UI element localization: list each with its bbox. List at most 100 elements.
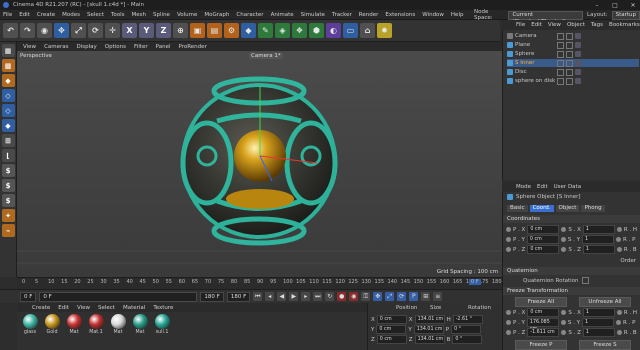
object-row[interactable]: Sphere bbox=[507, 50, 639, 58]
scale-field[interactable]: 1 bbox=[582, 308, 615, 317]
tab-coord[interactable]: Coord. bbox=[529, 205, 554, 212]
menu-modes[interactable]: Modes bbox=[62, 12, 80, 18]
freeze-section[interactable]: Freeze Transformation bbox=[503, 287, 640, 295]
keyframe-dot-icon[interactable] bbox=[560, 320, 566, 325]
menu-tools[interactable]: Tools bbox=[111, 12, 125, 18]
view-menu-display[interactable]: Display bbox=[77, 44, 97, 50]
menu-mograph[interactable]: MoGraph bbox=[204, 12, 229, 18]
menu-help[interactable]: Help bbox=[451, 12, 464, 18]
mat-menu-texture[interactable]: Texture bbox=[153, 305, 173, 311]
pen-icon[interactable]: ✎ bbox=[258, 23, 273, 38]
render-toggle[interactable] bbox=[566, 50, 573, 58]
tag-icon[interactable] bbox=[575, 78, 581, 84]
cloner-icon[interactable]: ❖ bbox=[292, 23, 307, 38]
material-item[interactable]: Mat bbox=[131, 314, 149, 348]
menu-edit[interactable]: Edit bbox=[19, 12, 30, 18]
menu-extensions[interactable]: Extensions bbox=[385, 12, 415, 18]
material-item[interactable]: Mat.1 bbox=[87, 314, 105, 348]
quaternion-section[interactable]: Quaternion bbox=[503, 267, 640, 275]
key-position-icon[interactable]: ✥ bbox=[373, 292, 383, 301]
scale-field[interactable]: 1 bbox=[582, 225, 615, 234]
obj-menu-edit[interactable]: Edit bbox=[531, 22, 542, 28]
z-axis-button[interactable]: Z bbox=[156, 23, 171, 38]
coordinates-section[interactable]: Coordinates bbox=[503, 215, 640, 223]
tab-object[interactable]: Object bbox=[555, 205, 580, 212]
mat-menu-edit[interactable]: Edit bbox=[58, 305, 69, 311]
render-settings-icon[interactable]: ⚙ bbox=[224, 23, 239, 38]
viewport-3d[interactable]: Perspective Camera 1* Grid Spacing : 100… bbox=[17, 51, 502, 277]
visibility-toggle[interactable] bbox=[557, 68, 564, 76]
freeze-all-button[interactable]: Freeze All bbox=[515, 297, 567, 307]
mat-menu-material[interactable]: Material bbox=[123, 305, 145, 311]
snap-icon[interactable]: $ bbox=[1, 164, 15, 177]
play-backward-icon[interactable]: ◀ bbox=[277, 292, 287, 301]
keyframe-dot-icon[interactable] bbox=[506, 310, 511, 315]
visibility-toggle[interactable] bbox=[557, 59, 564, 67]
coord-pos-x[interactable]: 0 cm bbox=[376, 315, 407, 324]
polygons-mode-icon[interactable]: ◆ bbox=[1, 119, 15, 132]
menu-render[interactable]: Render bbox=[359, 12, 379, 18]
menu-character[interactable]: Character bbox=[236, 12, 263, 18]
object-row[interactable]: S Inner bbox=[507, 59, 639, 67]
view-menu-view[interactable]: View bbox=[23, 44, 36, 50]
menu-animate[interactable]: Animate bbox=[271, 12, 294, 18]
visibility-toggle[interactable] bbox=[557, 41, 564, 49]
snap-settings-icon[interactable]: $ bbox=[1, 179, 15, 192]
scale-field[interactable]: 1 bbox=[582, 245, 615, 254]
render-toggle[interactable] bbox=[566, 59, 573, 67]
menu-window[interactable]: Window bbox=[422, 12, 444, 18]
keyframe-dot-icon[interactable] bbox=[616, 227, 622, 232]
quaternion-checkbox[interactable] bbox=[581, 277, 589, 284]
key-scale-icon[interactable]: ⤢ bbox=[385, 292, 395, 301]
render-view-icon[interactable]: ▣ bbox=[190, 23, 205, 38]
coord-rot-b[interactable]: 0 ° bbox=[452, 335, 483, 344]
mat-menu-create[interactable]: Create bbox=[32, 305, 50, 311]
key-rotation-icon[interactable]: ⟳ bbox=[397, 292, 407, 301]
material-item[interactable]: Gold bbox=[43, 314, 61, 348]
coord-rot-p[interactable]: 0 ° bbox=[451, 325, 482, 334]
position-field[interactable]: -1.611 cm bbox=[527, 328, 560, 337]
menu-mesh[interactable]: Mesh bbox=[132, 12, 146, 18]
render-toggle[interactable] bbox=[566, 32, 573, 40]
record-icon[interactable]: ● bbox=[337, 292, 347, 301]
recent-tools-icon[interactable]: ✛ bbox=[105, 23, 120, 38]
layout-dropdown[interactable]: Startup bbox=[611, 10, 640, 20]
rotate-icon[interactable]: ⟳ bbox=[88, 23, 103, 38]
view-menu-cameras[interactable]: Cameras bbox=[44, 44, 68, 50]
key-pla-icon[interactable]: ⊞ bbox=[421, 292, 431, 301]
cube-icon[interactable]: ◆ bbox=[241, 23, 256, 38]
menu-file[interactable]: File bbox=[3, 12, 12, 18]
key-param-icon[interactable]: P bbox=[409, 292, 419, 301]
deformer-icon[interactable]: ◐ bbox=[326, 23, 341, 38]
edges-mode-icon[interactable]: ◇ bbox=[1, 104, 15, 117]
keyframe-dot-icon[interactable] bbox=[506, 237, 511, 242]
coord-rot-h[interactable]: -2.61 ° bbox=[452, 315, 483, 324]
loop-icon[interactable]: ↻ bbox=[325, 292, 335, 301]
sculpt-icon[interactable]: ⌁ bbox=[1, 224, 15, 237]
freeze-s-button[interactable]: Freeze S bbox=[579, 340, 631, 350]
keyframe-dot-icon[interactable] bbox=[561, 310, 567, 315]
subdivision-icon[interactable]: ◈ bbox=[275, 23, 290, 38]
axis-mode-icon[interactable]: ⌊ bbox=[1, 149, 15, 162]
node-space-dropdown[interactable]: Current (Standard/Physical) bbox=[508, 10, 584, 25]
position-field[interactable]: 0 cm bbox=[526, 235, 559, 244]
coord-pos-z[interactable]: 0 cm bbox=[376, 335, 407, 344]
coord-size-x[interactable]: 134.01 cm bbox=[414, 315, 445, 324]
keyframe-dot-icon[interactable] bbox=[506, 320, 511, 325]
go-to-start-icon[interactable]: ⏮ bbox=[253, 292, 263, 301]
timeline-menu-icon[interactable]: ≡ bbox=[433, 292, 443, 301]
obj-menu-file[interactable]: File bbox=[516, 22, 525, 28]
object-row[interactable]: Camera bbox=[507, 32, 639, 40]
obj-menu-object[interactable]: Object bbox=[567, 22, 585, 28]
y-axis-button[interactable]: Y bbox=[139, 23, 154, 38]
model-mode-icon[interactable]: ◆ bbox=[1, 74, 15, 87]
render-toggle[interactable] bbox=[566, 68, 573, 76]
scale-field[interactable]: 1 bbox=[582, 235, 615, 244]
texture-mode-icon[interactable]: ▩ bbox=[1, 59, 15, 72]
keyframe-selection-icon[interactable]: ⚿ bbox=[361, 292, 371, 301]
coordinate-system-icon[interactable]: ⊕ bbox=[173, 23, 188, 38]
keyframe-dot-icon[interactable] bbox=[616, 310, 622, 315]
render-picture-viewer-icon[interactable]: ▤ bbox=[207, 23, 222, 38]
visibility-toggle[interactable] bbox=[557, 77, 564, 85]
keyframe-dot-icon[interactable] bbox=[561, 330, 567, 335]
